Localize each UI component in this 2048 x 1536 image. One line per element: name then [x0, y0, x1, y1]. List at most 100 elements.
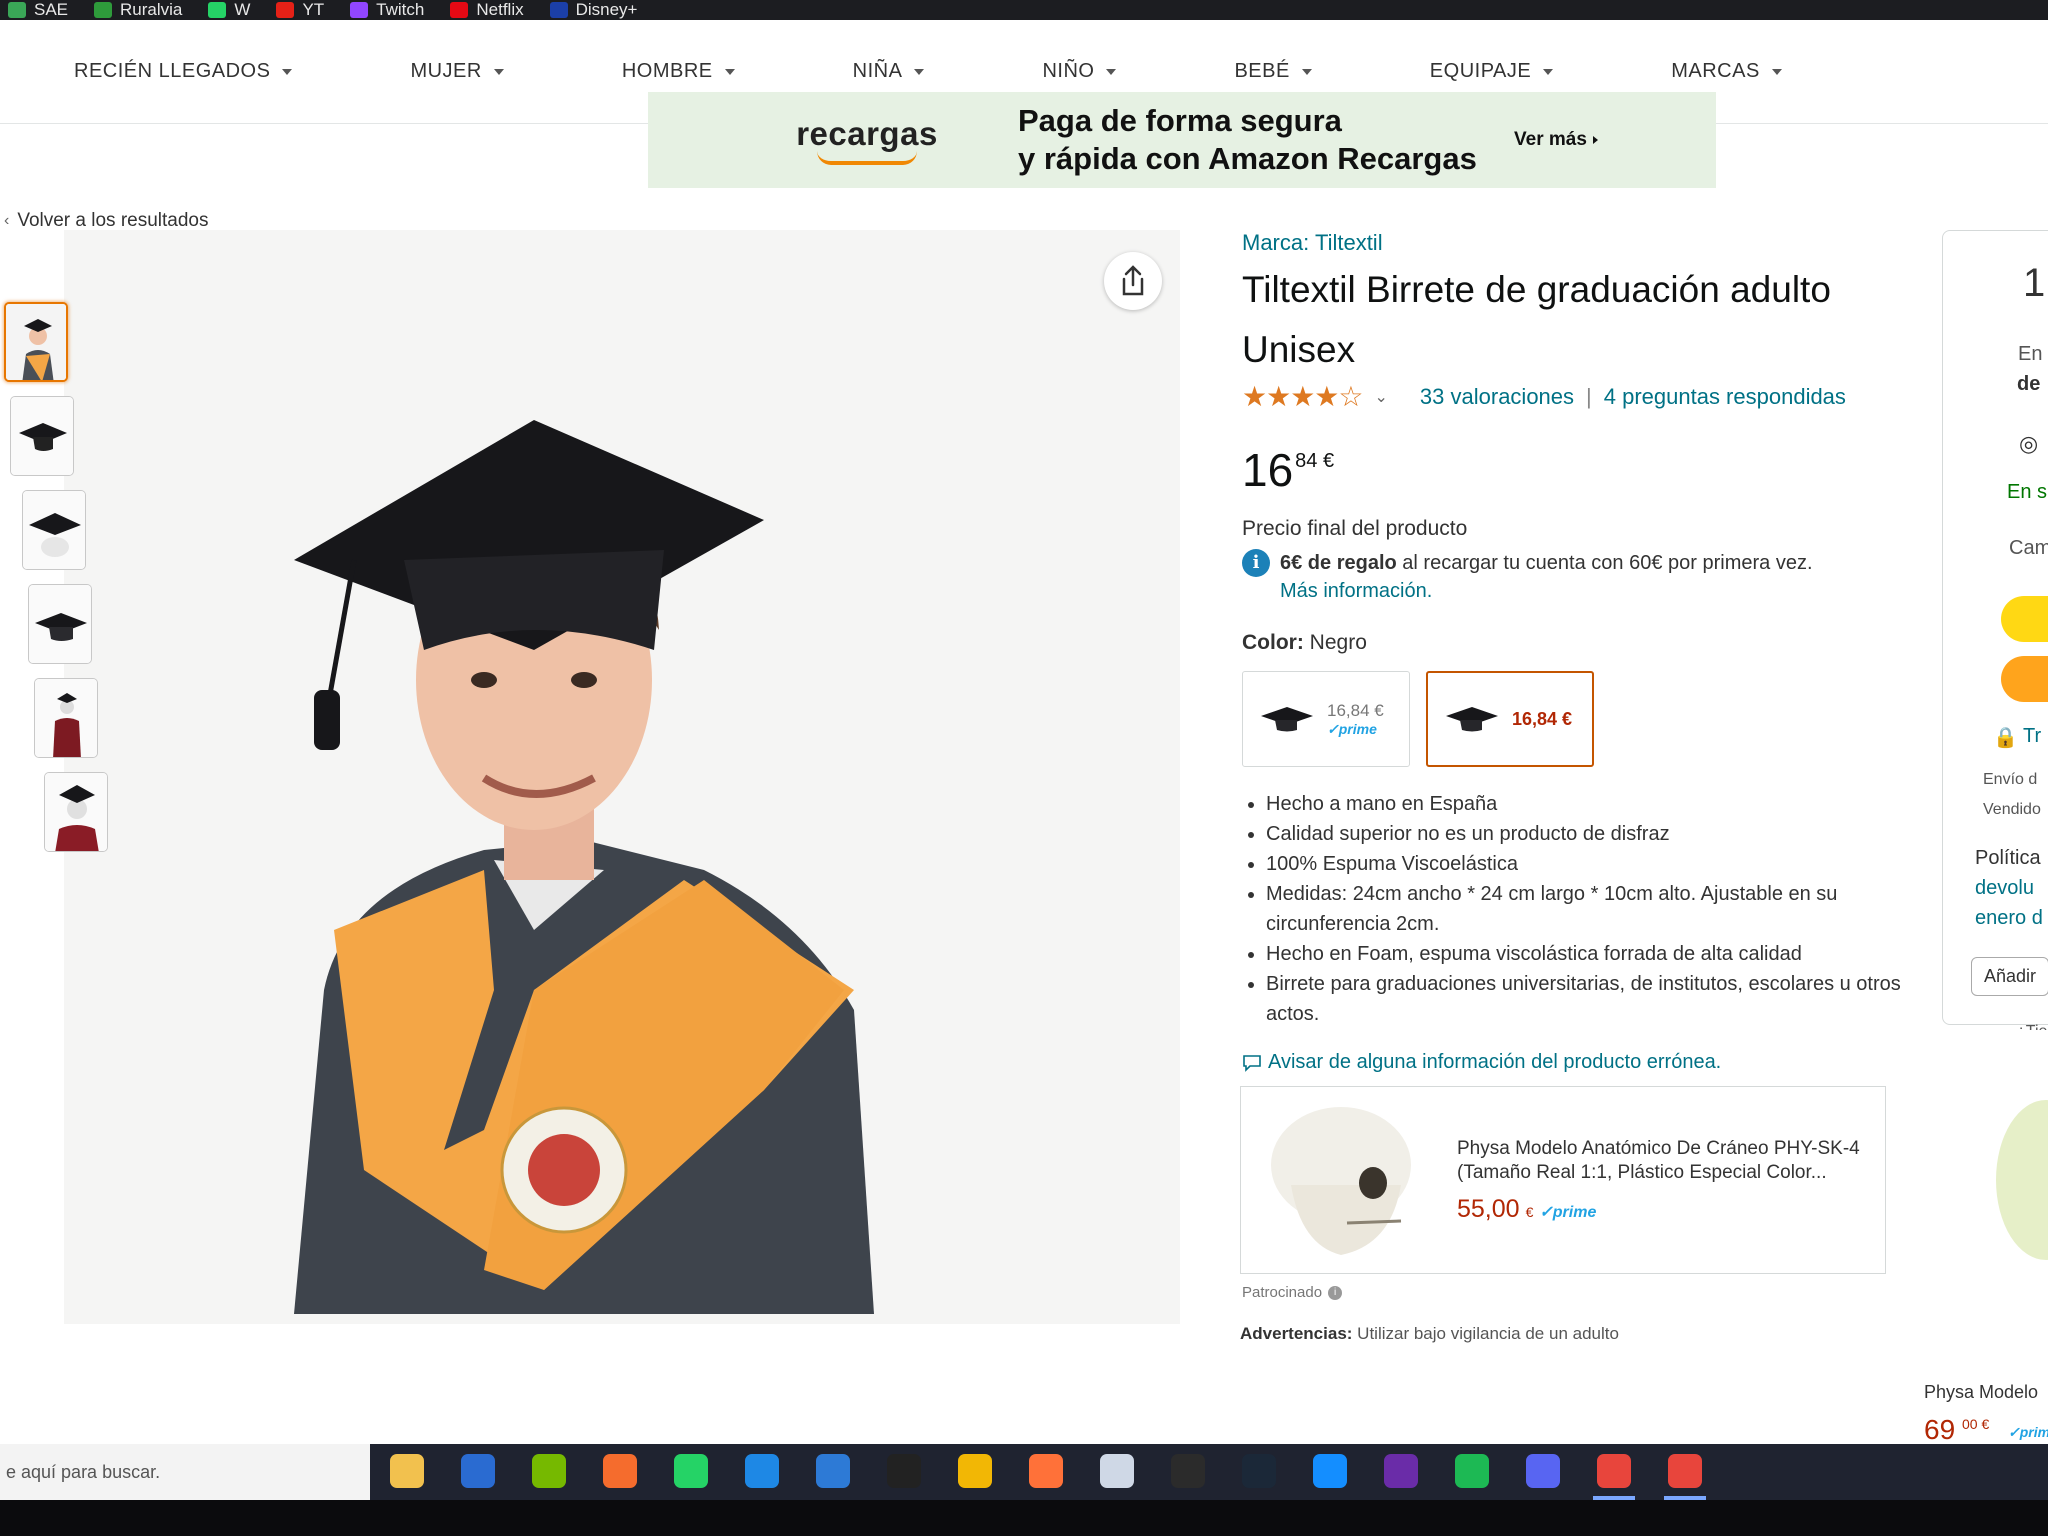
games-launcher-icon[interactable] — [887, 1454, 921, 1488]
thumbnail-5[interactable] — [34, 678, 98, 758]
nav-item[interactable]: HOMBRE — [622, 60, 735, 83]
file-explorer-icon[interactable] — [390, 1454, 424, 1488]
steam-icon[interactable] — [1242, 1454, 1276, 1488]
nav-item[interactable]: RECIÉN LLEGADOS — [74, 60, 293, 83]
answered-questions-link[interactable]: 4 preguntas respondidas — [1604, 384, 1846, 410]
add-to-cart-button[interactable] — [2001, 596, 2048, 642]
chrome-icon[interactable] — [1597, 1454, 1631, 1488]
headset-app-icon[interactable] — [816, 1454, 850, 1488]
swatch-option-2-selected[interactable]: 16,84 € — [1426, 671, 1594, 767]
back-to-results-link[interactable]: ‹ Volver a los resultados — [4, 210, 209, 232]
firefox-icon[interactable] — [1029, 1454, 1063, 1488]
sponsored-title[interactable]: Physa Modelo Anatómico De Cráneo PHY-SK-… — [1457, 1137, 1877, 1185]
bookmark-item[interactable]: Twitch — [350, 0, 424, 20]
nav-item[interactable]: EQUIPAJE — [1429, 60, 1554, 83]
buybox-quantity[interactable]: Cam — [2009, 537, 2048, 560]
bookmark-favicon-icon — [208, 2, 227, 18]
nav-item[interactable]: NIÑA — [853, 60, 925, 83]
thumbnail-1[interactable] — [4, 302, 68, 382]
chevron-down-icon[interactable]: ⌄ — [1375, 387, 1388, 407]
bookmark-item[interactable]: Netflix — [450, 0, 524, 20]
browser-viewport: RECIÉN LLEGADOS MUJER HOMBRE NIÑA NIÑO BEBÉ EQ… — [0, 20, 2048, 1444]
promo-text: al recargar tu cuenta con 60€ por primer… — [1402, 552, 1813, 574]
warnings: Advertencias: Utilizar bajo vigilancia d… — [1240, 1324, 1619, 1344]
bookmark-item[interactable]: SAE — [8, 0, 68, 20]
sponsored-text: Physa Modelo Anatómico De Cráneo PHY-SK-… — [1457, 1137, 1877, 1224]
thumbnail-cap-image — [29, 585, 91, 663]
recargas-banner[interactable]: recargas Paga de forma segura y rápida c… — [648, 92, 1716, 188]
product-info: Marca: Tiltextil Tiltextil Birrete de gr… — [1242, 230, 1922, 1074]
bookmark-item[interactable]: Disney+ — [549, 0, 637, 20]
chrome-profile-icon[interactable] — [1668, 1454, 1702, 1488]
star-rating-icon[interactable]: ★★★★☆ — [1242, 380, 1364, 413]
whatsapp-icon[interactable] — [674, 1454, 708, 1488]
thumbnail-6[interactable] — [44, 772, 108, 852]
buybox-returns-date[interactable]: enero d — [1975, 907, 2043, 930]
windows-taskbar: e aquí para buscar. — [0, 1444, 2048, 1500]
taskbar-search-placeholder: e aquí para buscar. — [6, 1461, 161, 1482]
swatch-1-price: 16,84 € — [1327, 700, 1384, 720]
nav-item[interactable]: NIÑO — [1042, 60, 1117, 83]
camera-app-icon[interactable] — [461, 1454, 495, 1488]
nav-item-label: EQUIPAJE — [1429, 60, 1532, 82]
nav-item[interactable]: MUJER — [410, 60, 504, 83]
list-item: Calidad superior no es un producto de di… — [1266, 819, 1922, 849]
thumbnail-2[interactable] — [10, 396, 74, 476]
color-swatches: 16,84 € ✓prime 16,84 € — [1242, 671, 1922, 767]
spotify-icon[interactable] — [1455, 1454, 1489, 1488]
bookmark-favicon-icon — [8, 2, 26, 18]
swatch-option-1[interactable]: 16,84 € ✓prime — [1242, 671, 1410, 767]
caret-down-icon — [1301, 68, 1312, 75]
nav-item-label: MUJER — [410, 60, 482, 82]
ratings-count-link[interactable]: 33 valoraciones — [1420, 384, 1574, 410]
location-pin-icon[interactable]: ◎ — [2019, 431, 2038, 457]
more-info-link[interactable]: Más información. — [1280, 580, 1432, 602]
buybox-stock-status: En s — [2007, 481, 2048, 503]
origin-icon[interactable] — [603, 1454, 637, 1488]
main-product-image[interactable] — [64, 230, 1180, 1324]
sponsored-label: Patrocinado i — [1242, 1284, 1343, 1301]
nav-item[interactable]: MARCAS — [1671, 60, 1782, 83]
side-card-price-fraction: 00 € — [1962, 1416, 1990, 1432]
buybox-delivery-line: En — [2018, 343, 2043, 365]
caret-down-icon — [493, 68, 504, 75]
secure-transaction-link[interactable]: Tr — [2023, 725, 2041, 748]
sponsored-product-card[interactable]: Physa Modelo Anatómico De Cráneo PHY-SK-… — [1240, 1086, 1886, 1274]
messenger-icon[interactable] — [745, 1454, 779, 1488]
thumbnail-3[interactable] — [22, 490, 86, 570]
share-button[interactable] — [1104, 252, 1162, 310]
bookmark-item[interactable]: W — [208, 0, 250, 20]
add-to-list-button[interactable]: Añadir — [1971, 957, 2048, 996]
buy-now-button[interactable] — [2001, 656, 2048, 702]
ubisoft-icon[interactable] — [1100, 1454, 1134, 1488]
discord-icon[interactable] — [1526, 1454, 1560, 1488]
caret-down-icon — [282, 68, 293, 75]
promo-bold: 6€ de regalo — [1280, 552, 1397, 574]
bookmark-item[interactable]: Ruralvia — [94, 0, 182, 20]
rating-separator: | — [1586, 383, 1592, 409]
recargas-logo: recargas — [782, 115, 952, 165]
taskbar-search-input[interactable]: e aquí para buscar. — [0, 1444, 370, 1500]
bookmark-label: SAE — [34, 0, 69, 19]
buybox-returns-link[interactable]: devolu — [1975, 877, 2034, 900]
brand-link[interactable]: Marca: Tiltextil — [1242, 230, 1922, 256]
bookmark-favicon-icon — [94, 2, 113, 18]
prime-badge: ✓prime — [1327, 720, 1377, 737]
lock-icon: 🔒 — [1993, 727, 2018, 749]
skull-model-image — [1251, 1095, 1431, 1265]
battlenet-icon[interactable] — [1313, 1454, 1347, 1488]
rockstar-icon[interactable] — [958, 1454, 992, 1488]
epic-games-icon[interactable] — [1171, 1454, 1205, 1488]
side-sponsored-card[interactable]: Physa Modelo 69 00 € ✓prim — [1916, 1030, 2048, 1444]
list-item: 100% Espuma Viscoelástica — [1266, 849, 1922, 879]
bookmark-item[interactable]: YT — [276, 0, 324, 20]
thumbnail-4[interactable] — [28, 584, 92, 664]
banner-more-link[interactable]: Ver más — [1514, 129, 1598, 151]
report-incorrect-info-link[interactable]: Avisar de alguna información del product… — [1242, 1051, 1922, 1074]
list-item: Birrete para graduaciones universitarias… — [1266, 969, 1922, 1029]
obs-icon[interactable] — [1384, 1454, 1418, 1488]
buybox-shipped-by: Envío d — [1983, 771, 2038, 788]
info-icon[interactable]: i — [1328, 1285, 1343, 1300]
nav-item[interactable]: BEBÉ — [1234, 60, 1312, 83]
nvidia-icon[interactable] — [532, 1454, 566, 1488]
